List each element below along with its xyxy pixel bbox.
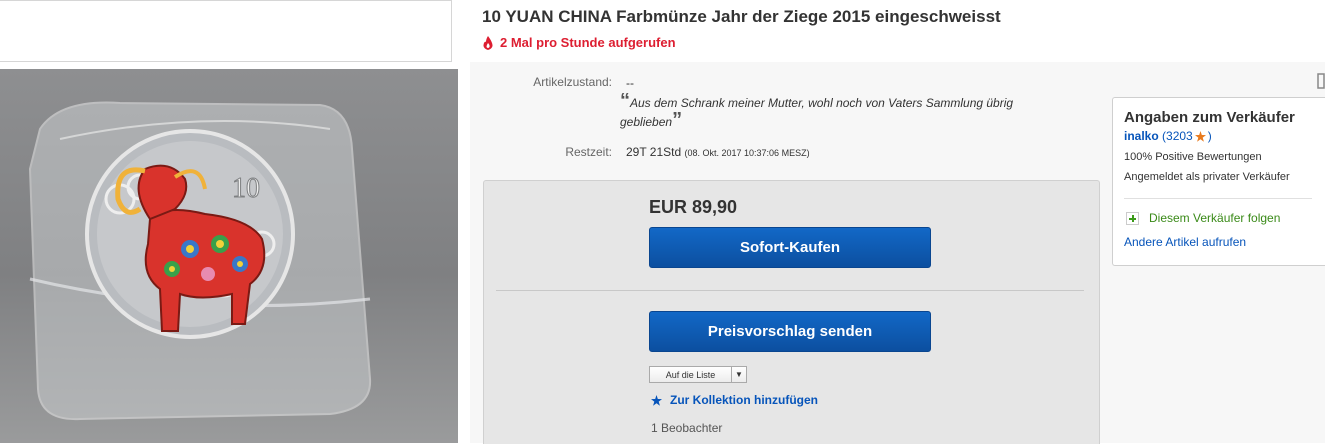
coin-photo: 10 xyxy=(28,101,372,421)
flame-icon xyxy=(483,35,493,50)
view-counter-text: 2 Mal pro Stunde aufgerufen xyxy=(500,35,676,50)
watchlist-dropdown[interactable]: Auf die Liste ▼ xyxy=(649,366,747,383)
price: EUR 89,90 xyxy=(649,197,738,217)
chevron-down-icon[interactable]: ▼ xyxy=(731,367,746,382)
watchlist-dropdown-value: Auf die Liste xyxy=(665,369,716,380)
add-to-collection-link[interactable]: Zur Kollektion hinzufügen xyxy=(651,393,818,407)
quote-close-icon: ” xyxy=(672,109,683,131)
end-date: (08. Okt. 2017 10:37:06 MESZ) xyxy=(684,148,810,158)
positive-feedback: 100% Positive Bewertungen xyxy=(1124,151,1262,163)
seller-info: inalko (3203 ) xyxy=(1124,129,1212,143)
seller-registration: Angemeldet als privater Verkäufer xyxy=(1124,171,1290,183)
svg-text:10: 10 xyxy=(232,173,260,204)
seller-name-link[interactable]: inalko xyxy=(1124,129,1159,143)
search-panel xyxy=(0,0,452,62)
seller-heading: Angaben zum Verkäufer xyxy=(1124,109,1295,126)
plus-icon xyxy=(1126,211,1139,225)
star-icon xyxy=(1194,130,1206,142)
item-photo[interactable]: 10 xyxy=(0,69,458,443)
make-offer-button[interactable]: Preisvorschlag senden xyxy=(649,311,931,352)
quote-open-icon: “ xyxy=(620,90,630,112)
add-to-collection-label: Zur Kollektion hinzufügen xyxy=(670,393,818,407)
feedback-score[interactable]: (3203 xyxy=(1162,129,1193,143)
follow-seller-label: Diesem Verkäufer folgen xyxy=(1149,211,1281,225)
buy-now-button[interactable]: Sofort-Kaufen xyxy=(649,227,931,268)
star-icon xyxy=(651,394,662,406)
feedback-score-close: ) xyxy=(1207,129,1212,143)
divider xyxy=(496,290,1084,291)
remaining-time-value: 29T 21Std xyxy=(626,145,682,159)
follow-seller-link[interactable]: Diesem Verkäufer folgen xyxy=(1126,211,1280,225)
remaining-time-label: Restzeit: xyxy=(565,145,612,159)
other-items-link[interactable]: Andere Artikel aufrufen xyxy=(1124,235,1246,249)
seller-divider xyxy=(1124,198,1312,199)
condition-value: -- xyxy=(626,76,634,90)
condition-label: Artikelzustand: xyxy=(533,75,612,89)
share-icon[interactable] xyxy=(1317,72,1325,90)
watcher-count: 1 Beobachter xyxy=(651,421,723,435)
seller-note: “Aus dem Schrank meiner Mutter, wohl noc… xyxy=(620,91,1060,132)
remaining-time: 29T 21Std (08. Okt. 2017 10:37:06 MESZ) xyxy=(626,145,810,159)
item-title: 10 YUAN CHINA Farbmünze Jahr der Ziege 2… xyxy=(482,7,1001,26)
view-counter: 2 Mal pro Stunde aufgerufen xyxy=(482,35,676,50)
